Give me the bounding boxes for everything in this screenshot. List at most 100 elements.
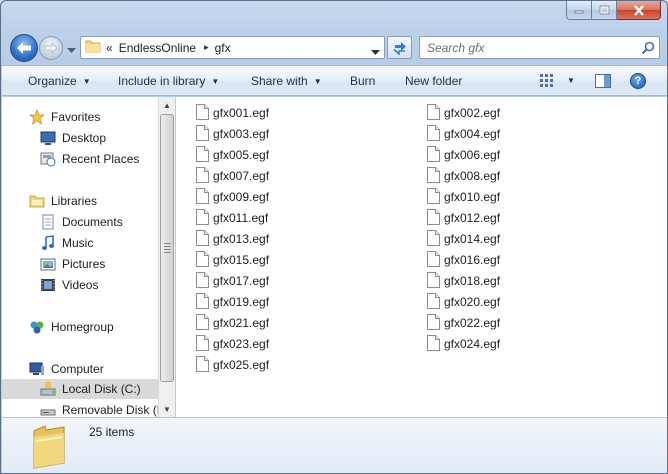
file-item[interactable]: gfx008.egf	[427, 166, 500, 186]
item-count: 25 items	[89, 425, 135, 439]
include-in-library-menu[interactable]: Include in library ▼	[118, 74, 219, 88]
file-item[interactable]: gfx014.egf	[427, 229, 500, 249]
nav-item-label: Computer	[51, 362, 104, 376]
file-item[interactable]: gfx013.egf	[196, 229, 269, 249]
file-name: gfx006.egf	[444, 148, 501, 162]
libraries-icon	[29, 193, 45, 209]
file-icon	[427, 229, 440, 249]
burn-button[interactable]: Burn	[350, 74, 375, 88]
file-name: gfx023.egf	[213, 337, 270, 351]
file-item[interactable]: gfx009.egf	[196, 187, 269, 207]
nav-item-libraries[interactable]: Libraries	[2, 191, 158, 211]
file-item[interactable]: gfx017.egf	[196, 271, 269, 291]
nav-item-favorites[interactable]: Favorites	[2, 107, 158, 127]
nav-item-label: Libraries	[51, 194, 98, 208]
file-name: gfx019.egf	[213, 295, 270, 309]
navigation-scrollbar[interactable]: ▲ ▼	[158, 97, 175, 417]
recent-places-icon	[40, 151, 56, 167]
file-icon	[196, 124, 209, 144]
file-icon	[196, 250, 209, 270]
file-item[interactable]: gfx020.egf	[427, 292, 500, 312]
nav-item-desktop[interactable]: Desktop	[2, 128, 158, 148]
local-disk-icon	[40, 381, 56, 397]
nav-item-label: Homegroup	[51, 320, 114, 334]
organize-label: Organize	[28, 74, 77, 88]
file-item[interactable]: gfx023.egf	[196, 334, 269, 354]
file-name: gfx002.egf	[444, 106, 501, 120]
maximize-button[interactable]	[592, 1, 617, 20]
view-grid-icon	[540, 74, 553, 87]
file-item[interactable]: gfx006.egf	[427, 145, 500, 165]
file-item[interactable]: gfx018.egf	[427, 271, 500, 291]
back-button[interactable]	[10, 34, 38, 62]
file-item[interactable]: gfx004.egf	[427, 124, 500, 144]
nav-item-removable-disk[interactable]: Removable Disk (K	[2, 400, 158, 417]
scroll-down-arrow-icon[interactable]: ▼	[159, 401, 175, 417]
breadcrumb-gfx[interactable]: gfx	[215, 41, 231, 55]
nav-item-local-disk[interactable]: Local Disk (C:)	[2, 379, 158, 399]
file-name: gfx010.egf	[444, 190, 501, 204]
forward-arrow-icon	[44, 42, 58, 54]
file-item[interactable]: gfx022.egf	[427, 313, 500, 333]
navigation-pane: Favorites Desktop Recent Places Librarie…	[2, 97, 158, 417]
file-item[interactable]: gfx003.egf	[196, 124, 269, 144]
nav-item-computer[interactable]: Computer	[2, 359, 158, 379]
file-name: gfx024.egf	[444, 337, 501, 351]
file-name: gfx015.egf	[213, 253, 270, 267]
chevron-down-icon	[371, 50, 380, 55]
minimize-button[interactable]	[566, 1, 592, 20]
file-item[interactable]: gfx011.egf	[196, 208, 268, 228]
file-item[interactable]: gfx024.egf	[427, 334, 500, 354]
include-in-library-label: Include in library	[118, 74, 206, 88]
file-item[interactable]: gfx007.egf	[196, 166, 269, 186]
organize-menu[interactable]: Organize ▼	[28, 74, 91, 88]
file-item[interactable]: gfx012.egf	[427, 208, 500, 228]
nav-item-documents[interactable]: Documents	[2, 212, 158, 232]
scroll-up-arrow-icon[interactable]: ▲	[159, 97, 175, 113]
back-arrow-icon	[17, 42, 31, 54]
file-item[interactable]: gfx015.egf	[196, 250, 269, 270]
grip-icon	[164, 243, 171, 255]
file-name: gfx003.egf	[213, 127, 270, 141]
nav-item-recent-places[interactable]: Recent Places	[2, 149, 158, 169]
file-item[interactable]: gfx016.egf	[427, 250, 500, 270]
recent-pages-dropdown[interactable]	[67, 43, 76, 57]
file-name: gfx014.egf	[444, 232, 501, 246]
help-button[interactable]: ?	[630, 73, 646, 89]
change-view-button[interactable]: ▼	[539, 73, 575, 87]
search-input[interactable]	[427, 40, 627, 56]
share-with-menu[interactable]: Share with ▼	[251, 74, 322, 88]
forward-button[interactable]	[39, 36, 63, 60]
file-item[interactable]: gfx010.egf	[427, 187, 500, 207]
refresh-button[interactable]	[387, 36, 412, 59]
nav-item-music[interactable]: Music	[2, 233, 158, 253]
pictures-icon	[40, 256, 56, 272]
file-icon	[427, 334, 440, 354]
documents-icon	[40, 214, 56, 230]
preview-pane-button[interactable]	[595, 74, 611, 91]
breadcrumb-endlessonline[interactable]: EndlessOnline	[119, 41, 196, 55]
breadcrumb-separator[interactable]: ▸	[204, 42, 209, 53]
nav-item-homegroup[interactable]: Homegroup	[2, 317, 158, 337]
file-icon	[196, 229, 209, 249]
search-box[interactable]	[419, 36, 660, 59]
homegroup-icon	[29, 319, 45, 335]
file-item[interactable]: gfx001.egf	[196, 103, 269, 123]
file-name: gfx004.egf	[444, 127, 501, 141]
file-item[interactable]: gfx019.egf	[196, 292, 269, 312]
address-bar[interactable]: « EndlessOnline ▸ gfx	[80, 36, 385, 59]
close-button[interactable]	[617, 1, 661, 20]
file-item[interactable]: gfx021.egf	[196, 313, 269, 333]
nav-item-pictures[interactable]: Pictures	[2, 254, 158, 274]
breadcrumb-overflow-chevron[interactable]: «	[106, 41, 113, 55]
file-item[interactable]: gfx025.egf	[196, 355, 269, 375]
nav-item-videos[interactable]: Videos	[2, 275, 158, 295]
folder-icon	[85, 39, 101, 56]
scrollbar-thumb[interactable]	[160, 114, 174, 382]
address-history-dropdown[interactable]	[371, 45, 380, 59]
file-item[interactable]: gfx002.egf	[427, 103, 500, 123]
search-icon[interactable]	[641, 41, 655, 58]
new-folder-button[interactable]: New folder	[405, 74, 462, 88]
nav-item-label: Music	[62, 236, 94, 250]
file-item[interactable]: gfx005.egf	[196, 145, 269, 165]
